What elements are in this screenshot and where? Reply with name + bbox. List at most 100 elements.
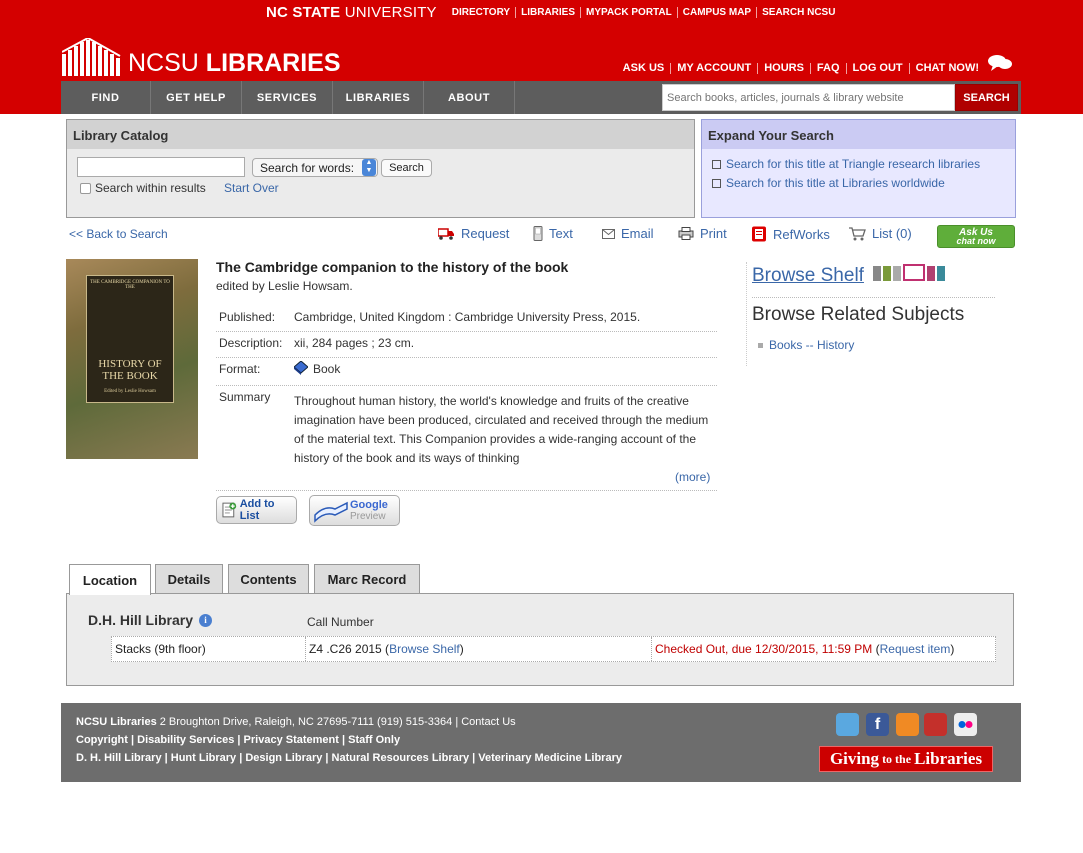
util-link-faq[interactable]: FAQ xyxy=(809,63,846,74)
tab-location[interactable]: Location xyxy=(69,564,151,595)
related-subjects-heading: Browse Related Subjects xyxy=(752,304,965,325)
util-link-log-out[interactable]: LOG OUT xyxy=(845,63,909,74)
youtube-icon[interactable] xyxy=(924,713,947,736)
book-format-icon xyxy=(294,361,308,375)
list-action[interactable]: List (0) xyxy=(849,226,912,241)
truck-icon xyxy=(438,228,454,240)
request-label: Request xyxy=(461,226,510,241)
location-panel: D.H. Hill Library i Call Number Stacks (… xyxy=(66,593,1014,686)
nav-get-help[interactable]: GET HELP xyxy=(151,81,242,114)
logo-text-light: NCSU xyxy=(128,49,206,77)
university-link-campus-map[interactable]: CAMPUS MAP xyxy=(676,7,756,18)
book-cover-image[interactable]: THE CAMBRIDGE COMPANION TO THE HISTORY O… xyxy=(66,259,198,459)
field-description: Description: xii, 284 pages ; 23 cm. xyxy=(216,332,717,358)
site-search-button[interactable]: SEARCH xyxy=(955,84,1018,111)
nc-state-brand[interactable]: NC STATE UNIVERSITY xyxy=(266,4,437,21)
twitter-icon[interactable] xyxy=(836,713,859,736)
email-action[interactable]: Email xyxy=(602,226,654,241)
cover-title-panel: THE CAMBRIDGE COMPANION TO THE HISTORY O… xyxy=(86,275,174,403)
tab-contents[interactable]: Contents xyxy=(228,564,309,594)
catalog-heading: Library Catalog xyxy=(67,120,694,149)
cart-icon xyxy=(849,226,866,240)
expand-link-triangle[interactable]: Search for this title at Triangle resear… xyxy=(702,157,1015,171)
flickr-icon[interactable] xyxy=(954,713,977,736)
university-link-search[interactable]: SEARCH NCSU xyxy=(756,7,840,18)
util-link-ask-us[interactable]: ASK US xyxy=(617,63,671,74)
tab-marc-record[interactable]: Marc Record xyxy=(314,564,420,594)
giving-text-1: Giving xyxy=(829,749,880,768)
back-to-search-link[interactable]: << Back to Search xyxy=(69,227,168,241)
start-over-link[interactable]: Start Over xyxy=(224,181,279,195)
university-link-mypack[interactable]: MYPACK PORTAL xyxy=(580,7,677,18)
footer-address: NCSU Libraries 2 Broughton Drive, Raleig… xyxy=(76,716,516,728)
external-link-icon xyxy=(712,159,721,169)
print-action[interactable]: Print xyxy=(678,226,727,241)
field-value: Book xyxy=(294,361,340,376)
chat-bubble-icon[interactable] xyxy=(987,54,1013,72)
call-number-cell: Z4 .C26 2015 (Browse Shelf) xyxy=(309,642,464,656)
related-subject-link[interactable]: Books -- History xyxy=(769,338,854,352)
google-preview-line1: Google xyxy=(350,499,388,511)
tab-details[interactable]: Details xyxy=(155,564,223,594)
site-search-input[interactable] xyxy=(662,84,955,111)
request-item-link[interactable]: Request item xyxy=(880,642,951,656)
list-label: List (0) xyxy=(872,226,912,241)
browse-shelf-link[interactable]: Browse Shelf xyxy=(752,265,864,287)
browse-shelf-row-link[interactable]: Browse Shelf xyxy=(389,642,460,656)
bookshelf-icon[interactable] xyxy=(873,264,945,281)
refworks-icon xyxy=(752,226,766,242)
ask-us-chat-button[interactable]: Ask Us chat now xyxy=(937,225,1015,248)
google-preview-button[interactable]: Google Preview xyxy=(309,495,400,526)
field-value: xii, 284 pages ; 23 cm. xyxy=(294,336,415,350)
libraries-logo-icon xyxy=(62,38,121,76)
cell-separator xyxy=(305,637,306,661)
checkbox-box[interactable] xyxy=(80,182,91,194)
university-link-libraries[interactable]: LIBRARIES xyxy=(515,7,580,18)
util-link-chat-now[interactable]: CHAT NOW! xyxy=(908,63,985,74)
catalog-search-button[interactable]: Search xyxy=(381,159,432,177)
search-within-checkbox[interactable]: Search within results xyxy=(80,181,206,195)
giving-to-libraries-button[interactable]: Giving to the Libraries xyxy=(819,746,993,772)
nav-find[interactable]: FIND xyxy=(61,81,151,114)
info-icon[interactable]: i xyxy=(199,613,213,627)
rss-icon[interactable] xyxy=(896,713,919,736)
field-published: Published: Cambridge, United Kingdom : C… xyxy=(216,306,717,332)
askus-line2: chat now xyxy=(956,236,996,246)
status-cell: Checked Out, due 12/30/2015, 11:59 PM (R… xyxy=(655,642,955,656)
facebook-icon[interactable]: f xyxy=(866,713,889,736)
cell-separator xyxy=(651,637,652,661)
call-number: Z4 .C26 2015 xyxy=(309,642,382,656)
util-link-hours[interactable]: HOURS xyxy=(757,63,810,74)
cover-top-text: THE CAMBRIDGE COMPANION TO THE xyxy=(90,280,170,290)
add-to-list-button[interactable]: Add to List xyxy=(216,496,297,524)
search-type-value: Search for words: xyxy=(260,160,355,175)
sidebar-divider xyxy=(746,262,747,366)
logo-text: NCSU LIBRARIES xyxy=(128,50,341,76)
catalog-search-input[interactable] xyxy=(77,157,245,177)
refworks-action[interactable]: RefWorks xyxy=(751,226,830,242)
util-link-my-account[interactable]: MY ACCOUNT xyxy=(670,63,757,74)
nav-libraries[interactable]: LIBRARIES xyxy=(333,81,424,114)
nav-about[interactable]: ABOUT xyxy=(424,81,515,114)
shelf-location: Stacks (9th floor) xyxy=(115,642,206,656)
field-label: Format: xyxy=(219,362,261,376)
call-number-heading: Call Number xyxy=(307,615,374,629)
footer-library-links[interactable]: D. H. Hill Library | Hunt Library | Desi… xyxy=(76,752,622,764)
related-subject-item[interactable]: Books -- History xyxy=(758,338,854,352)
library-name: D.H. Hill Library i xyxy=(88,612,213,628)
refworks-label: RefWorks xyxy=(773,226,830,242)
footer-policy-links[interactable]: Copyright | Disability Services | Privac… xyxy=(76,734,400,746)
brand-bold: NC STATE xyxy=(266,4,341,21)
search-type-select[interactable]: Search for words: ▲ ▼ xyxy=(252,158,378,177)
text-action[interactable]: Text xyxy=(533,226,573,241)
utility-links: ASK US MY ACCOUNT HOURS FAQ LOG OUT CHAT… xyxy=(617,54,1013,74)
expand-link-worldwide[interactable]: Search for this title at Libraries world… xyxy=(702,176,1015,190)
nav-services[interactable]: SERVICES xyxy=(242,81,333,114)
university-link-directory[interactable]: DIRECTORY xyxy=(447,7,515,18)
footer-address-text: 2 Broughton Drive, Raleigh, NC 27695-711… xyxy=(156,716,516,728)
field-label: Published: xyxy=(219,310,276,324)
request-action[interactable]: Request xyxy=(438,226,509,241)
more-link[interactable]: (more) xyxy=(675,470,710,484)
ncsu-libraries-logo[interactable]: NCSU LIBRARIES xyxy=(62,38,341,76)
record-title: The Cambridge companion to the history o… xyxy=(216,259,569,275)
